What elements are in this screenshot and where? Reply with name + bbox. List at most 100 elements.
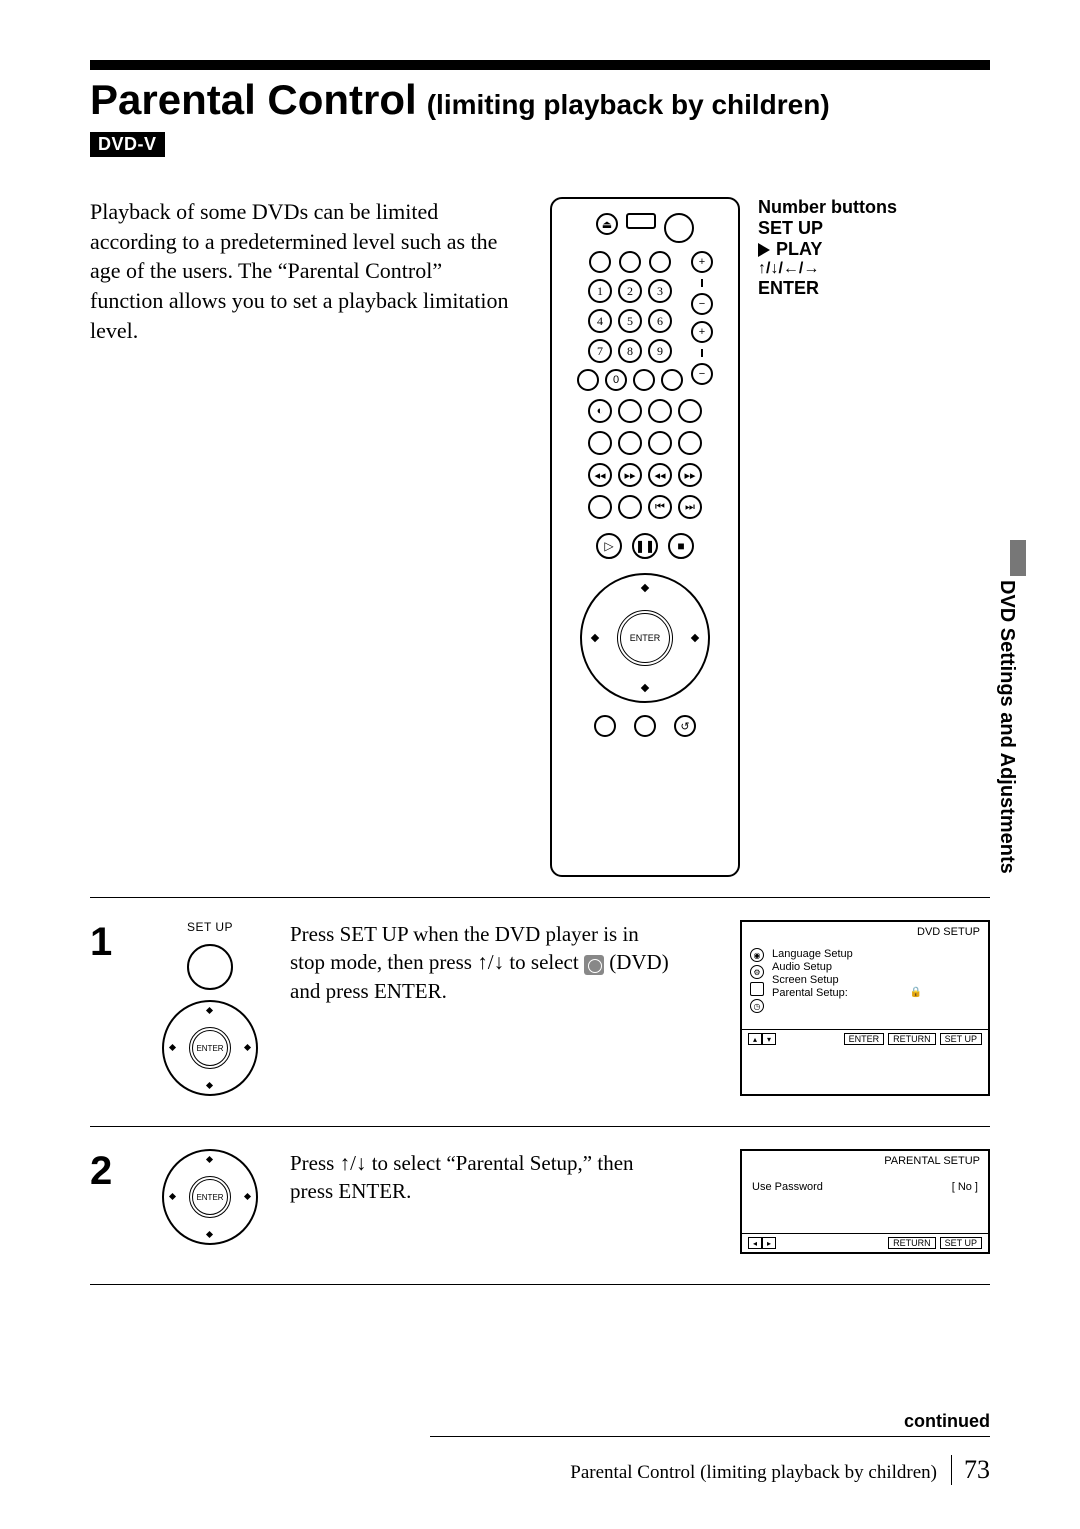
page-subtitle: (limiting playback by children): [427, 89, 830, 121]
stop-icon: ■: [668, 533, 694, 559]
label-play: PLAY: [758, 239, 897, 260]
dvd-disc-icon: [584, 955, 604, 975]
side-tab-bar: [1010, 540, 1026, 576]
screen-header: DVD SETUP: [742, 922, 988, 942]
key-6: 6: [648, 309, 672, 333]
circle-icon: [577, 369, 599, 391]
rewind-icon: ◂◂: [648, 463, 672, 487]
page-number: 73: [951, 1455, 990, 1485]
key-3: 3: [648, 279, 672, 303]
screen-dvd-setup: DVD SETUP ◉ ⚙ ◷ Language Setup Audio Set…: [740, 920, 990, 1096]
fastfwd-icon: ▸▸: [618, 463, 642, 487]
footer-button: RETURN: [888, 1237, 936, 1249]
enter-icon: ENTER: [189, 1176, 231, 1218]
play-icon: ▷: [596, 533, 622, 559]
divider: [90, 1284, 990, 1285]
continued-label: continued: [904, 1411, 990, 1432]
circle-icon: [634, 715, 656, 737]
circle-icon: [619, 251, 641, 273]
gear-icon: ⚙: [750, 965, 764, 979]
lock-icon: 🔒: [910, 987, 922, 999]
next-icon: ⏭: [678, 495, 702, 519]
remote-outline: ⏏ 1 2 3 4 5 6 7 8 9: [550, 197, 740, 877]
circle-icon: [588, 431, 612, 455]
page-footer: continued Parental Control (limiting pla…: [90, 1411, 990, 1485]
key-0: 0: [605, 369, 627, 391]
disc-icon: ◉: [750, 948, 764, 962]
left-arrow-icon: [591, 634, 599, 642]
down-arrow-icon: [641, 684, 649, 692]
key-7: 7: [588, 339, 612, 363]
circle-icon: ◐: [588, 399, 612, 423]
circle-icon: [661, 369, 683, 391]
list-item: Audio Setup: [772, 961, 922, 973]
up-arrow-icon: [641, 584, 649, 592]
label-setup: SET UP: [758, 218, 897, 239]
step-number: 1: [90, 920, 130, 1096]
number-keypad: 1 2 3 4 5 6 7 8 9: [588, 279, 672, 363]
key-1: 1: [588, 279, 612, 303]
key-4: 4: [588, 309, 612, 333]
screen-parental-setup: PARENTAL SETUP Use Password [ No ] ◂▸ RE…: [740, 1149, 990, 1254]
step-2-text: Press ↑/↓ to select “Parental Setup,” th…: [290, 1149, 670, 1254]
dpad-icon: ENTER: [162, 1000, 258, 1096]
function-row-2: [588, 431, 702, 455]
circle-icon: [678, 399, 702, 423]
remote-diagram: ⏏ 1 2 3 4 5 6 7 8 9: [550, 197, 990, 877]
top-rule: [90, 60, 990, 70]
key-8: 8: [618, 339, 642, 363]
circle-icon: [633, 369, 655, 391]
eject-icon: ⏏: [596, 213, 618, 235]
clock-icon: ◷: [750, 999, 764, 1013]
label-enter: ENTER: [758, 278, 897, 299]
footer-button: SET UP: [940, 1237, 982, 1249]
dvd-v-badge: DVD-V: [90, 132, 165, 157]
footer-caption: Parental Control (limiting playback by c…: [570, 1462, 937, 1484]
label-number-buttons: Number buttons: [758, 197, 897, 218]
arrows-text: ↑/↓: [477, 950, 504, 974]
footer-button: SET UP: [940, 1033, 982, 1045]
right-icon: ▸: [762, 1237, 776, 1249]
skip-row: ⏮⏭: [588, 495, 702, 519]
plus-icon: +: [691, 251, 713, 273]
setup-label: SET UP: [187, 920, 233, 934]
enter-icon: ENTER: [189, 1027, 231, 1069]
side-tab-label: DVD Settings and Adjustments: [995, 580, 1018, 874]
circle-icon: [588, 495, 612, 519]
circle-icon: [648, 399, 672, 423]
circle-icon: [648, 431, 672, 455]
fastfwd-icon: ▸▸: [678, 463, 702, 487]
left-icon: ◂: [748, 1237, 762, 1249]
page-title: Parental Control: [90, 76, 417, 124]
arrows-text: ↑/↓: [340, 1151, 367, 1175]
minus-icon: −: [691, 363, 713, 385]
dpad-icon: ENTER: [162, 1149, 258, 1245]
circle-icon: [594, 715, 616, 737]
step-2: 2 ENTER Press ↑/↓ to select “Parental Se…: [90, 1126, 990, 1284]
row-value: [ No ]: [952, 1181, 978, 1193]
circle-icon: [618, 399, 642, 423]
footer-button: ENTER: [844, 1033, 885, 1045]
right-arrow-icon: [691, 634, 699, 642]
dpad: ENTER: [580, 573, 710, 703]
key-5: 5: [618, 309, 642, 333]
key-2: 2: [618, 279, 642, 303]
step-1: 1 SET UP ENTER Press SET UP when the DVD…: [90, 897, 990, 1126]
list-item: Language Setup: [772, 948, 922, 960]
circle-icon: [589, 251, 611, 273]
step-1-text: Press SET UP when the DVD player is in s…: [290, 920, 670, 1096]
function-row-1: ◐: [588, 399, 702, 423]
circle-icon: [649, 251, 671, 273]
transport-row: ▷ ❚❚ ■: [596, 533, 694, 559]
scan-row: ◂◂▸▸◂◂▸▸: [588, 463, 702, 487]
pause-icon: ❚❚: [632, 533, 658, 559]
return-icon: ↺: [674, 715, 696, 737]
intro-paragraph: Playback of some DVDs can be limited acc…: [90, 197, 510, 877]
circle-icon: [618, 495, 642, 519]
circle-icon: [618, 431, 642, 455]
page-title-row: Parental Control (limiting playback by c…: [90, 76, 990, 124]
footer-button: RETURN: [888, 1033, 936, 1045]
text: to select: [504, 950, 584, 974]
text: Press: [290, 1151, 340, 1175]
power-icon: [664, 213, 694, 243]
